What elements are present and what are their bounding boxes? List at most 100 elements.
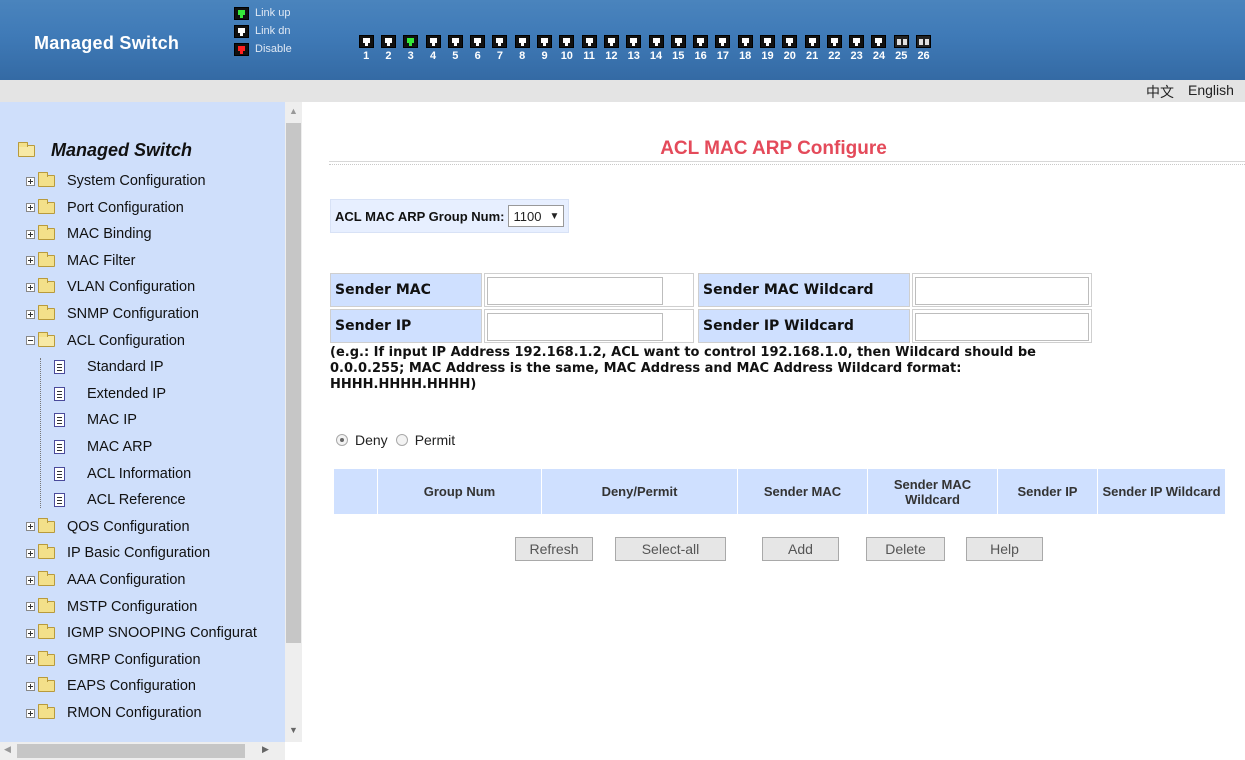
ethernet-port-icon[interactable] bbox=[826, 35, 842, 48]
expand-icon[interactable] bbox=[26, 522, 35, 532]
sidebar-item-mstp-configuration[interactable]: MSTP Configuration bbox=[26, 594, 197, 620]
expand-icon[interactable] bbox=[26, 282, 35, 292]
ethernet-port-icon[interactable] bbox=[537, 35, 553, 48]
port-4[interactable]: 4 bbox=[422, 35, 444, 62]
sender-mac-field[interactable] bbox=[488, 278, 662, 304]
sidebar-vertical-scrollbar[interactable]: ▲ ▼ bbox=[285, 102, 302, 742]
tree-root[interactable]: Managed Switch bbox=[18, 140, 192, 161]
collapse-icon[interactable] bbox=[26, 336, 35, 346]
fiber-port-icon[interactable] bbox=[916, 35, 932, 48]
port-7[interactable]: 7 bbox=[489, 35, 511, 62]
ethernet-port-icon[interactable] bbox=[804, 35, 820, 48]
port-18[interactable]: 18 bbox=[734, 35, 756, 62]
expand-icon[interactable] bbox=[26, 708, 35, 718]
port-9[interactable]: 9 bbox=[533, 35, 555, 62]
port-24[interactable]: 24 bbox=[868, 35, 890, 62]
delete-button[interactable]: Delete bbox=[866, 537, 945, 561]
port-12[interactable]: 12 bbox=[600, 35, 622, 62]
port-3[interactable]: 3 bbox=[400, 35, 422, 62]
ethernet-port-icon[interactable] bbox=[514, 35, 530, 48]
sidebar-item-snmp-configuration[interactable]: SNMP Configuration bbox=[26, 301, 199, 327]
ethernet-port-icon[interactable] bbox=[380, 35, 396, 48]
deny-radio[interactable] bbox=[336, 434, 348, 446]
permit-radio[interactable] bbox=[395, 434, 408, 446]
port-2[interactable]: 2 bbox=[377, 35, 399, 62]
expand-icon[interactable] bbox=[26, 628, 35, 638]
language-english-link[interactable]: English bbox=[1188, 82, 1234, 98]
group-num-select[interactable]: 1100 ▼ bbox=[508, 205, 565, 227]
port-15[interactable]: 15 bbox=[667, 35, 689, 62]
sender-ip-wildcard-input[interactable] bbox=[915, 313, 1089, 341]
sidebar-item-acl-reference[interactable]: ACL Reference bbox=[54, 487, 186, 513]
help-button[interactable]: Help bbox=[966, 537, 1043, 561]
ethernet-port-icon[interactable] bbox=[693, 35, 709, 48]
language-chinese-link[interactable]: 中文 bbox=[1146, 82, 1174, 102]
ethernet-port-icon[interactable] bbox=[358, 35, 374, 48]
permit-radio-label[interactable]: Permit bbox=[415, 432, 455, 448]
ethernet-port-icon[interactable] bbox=[470, 35, 486, 48]
sidebar-item-eaps-configuration[interactable]: EAPS Configuration bbox=[26, 673, 196, 699]
add-button[interactable]: Add bbox=[762, 537, 839, 561]
sidebar-item-system-configuration[interactable]: System Configuration bbox=[26, 168, 206, 194]
expand-icon[interactable] bbox=[26, 176, 35, 186]
sidebar-item-mac-filter[interactable]: MAC Filter bbox=[26, 248, 135, 274]
sidebar-item-ip-basic-configuration[interactable]: IP Basic Configuration bbox=[26, 540, 210, 566]
port-22[interactable]: 22 bbox=[823, 35, 845, 62]
sender-mac-input[interactable] bbox=[487, 277, 663, 305]
sidebar-item-port-configuration[interactable]: Port Configuration bbox=[26, 195, 184, 221]
scroll-left-arrow-icon[interactable]: ◀ bbox=[4, 744, 11, 755]
port-10[interactable]: 10 bbox=[556, 35, 578, 62]
sidebar-item-igmp-snooping-configurat[interactable]: IGMP SNOOPING Configurat bbox=[26, 620, 257, 646]
sender-ip-field[interactable] bbox=[488, 314, 662, 340]
port-21[interactable]: 21 bbox=[801, 35, 823, 62]
ethernet-port-icon[interactable] bbox=[559, 35, 575, 48]
ethernet-port-icon[interactable] bbox=[871, 35, 887, 48]
port-19[interactable]: 19 bbox=[756, 35, 778, 62]
ethernet-port-icon[interactable] bbox=[849, 35, 865, 48]
scroll-down-arrow-icon[interactable]: ▼ bbox=[289, 725, 298, 735]
expand-icon[interactable] bbox=[26, 203, 35, 213]
sidebar-item-gmrp-configuration[interactable]: GMRP Configuration bbox=[26, 647, 201, 673]
ethernet-port-icon[interactable] bbox=[626, 35, 642, 48]
ethernet-port-icon[interactable] bbox=[581, 35, 597, 48]
ethernet-port-icon[interactable] bbox=[403, 35, 419, 48]
sidebar-item-mac-ip[interactable]: MAC IP bbox=[54, 407, 137, 433]
expand-icon[interactable] bbox=[26, 256, 35, 266]
expand-icon[interactable] bbox=[26, 602, 35, 612]
refresh-button[interactable]: Refresh bbox=[515, 537, 593, 561]
ethernet-port-icon[interactable] bbox=[603, 35, 619, 48]
select-all-button[interactable]: Select-all bbox=[615, 537, 726, 561]
sidebar-item-aaa-configuration[interactable]: AAA Configuration bbox=[26, 567, 186, 593]
ethernet-port-icon[interactable] bbox=[648, 35, 664, 48]
sender-mac-wildcard-input[interactable] bbox=[915, 277, 1089, 305]
ethernet-port-icon[interactable] bbox=[447, 35, 463, 48]
expand-icon[interactable] bbox=[26, 309, 35, 319]
port-23[interactable]: 23 bbox=[846, 35, 868, 62]
sidebar-item-mac-binding[interactable]: MAC Binding bbox=[26, 221, 152, 247]
sidebar-item-rmon-configuration[interactable]: RMON Configuration bbox=[26, 700, 202, 726]
port-6[interactable]: 6 bbox=[466, 35, 488, 62]
port-20[interactable]: 20 bbox=[779, 35, 801, 62]
sidebar-item-acl-information[interactable]: ACL Information bbox=[54, 461, 191, 487]
sidebar-item-extended-ip[interactable]: Extended IP bbox=[54, 381, 166, 407]
sidebar-item-vlan-configuration[interactable]: VLAN Configuration bbox=[26, 274, 195, 300]
expand-icon[interactable] bbox=[26, 575, 35, 585]
port-14[interactable]: 14 bbox=[645, 35, 667, 62]
port-25[interactable]: 25 bbox=[890, 35, 912, 62]
ethernet-port-icon[interactable] bbox=[492, 35, 508, 48]
sidebar-horizontal-scrollbar[interactable]: ◀ ▶ bbox=[0, 742, 285, 760]
port-26[interactable]: 26 bbox=[912, 35, 934, 62]
ethernet-port-icon[interactable] bbox=[715, 35, 731, 48]
expand-icon[interactable] bbox=[26, 548, 35, 558]
port-8[interactable]: 8 bbox=[511, 35, 533, 62]
port-5[interactable]: 5 bbox=[444, 35, 466, 62]
scrollbar-thumb[interactable] bbox=[286, 123, 301, 643]
ethernet-port-icon[interactable] bbox=[782, 35, 798, 48]
port-11[interactable]: 11 bbox=[578, 35, 600, 62]
deny-radio-label[interactable]: Deny bbox=[355, 432, 388, 448]
sidebar-item-standard-ip[interactable]: Standard IP bbox=[54, 354, 164, 380]
ethernet-port-icon[interactable] bbox=[670, 35, 686, 48]
sender-ip-input[interactable] bbox=[487, 313, 663, 341]
port-16[interactable]: 16 bbox=[689, 35, 711, 62]
sidebar-item-acl-configuration[interactable]: ACL Configuration bbox=[26, 328, 185, 354]
